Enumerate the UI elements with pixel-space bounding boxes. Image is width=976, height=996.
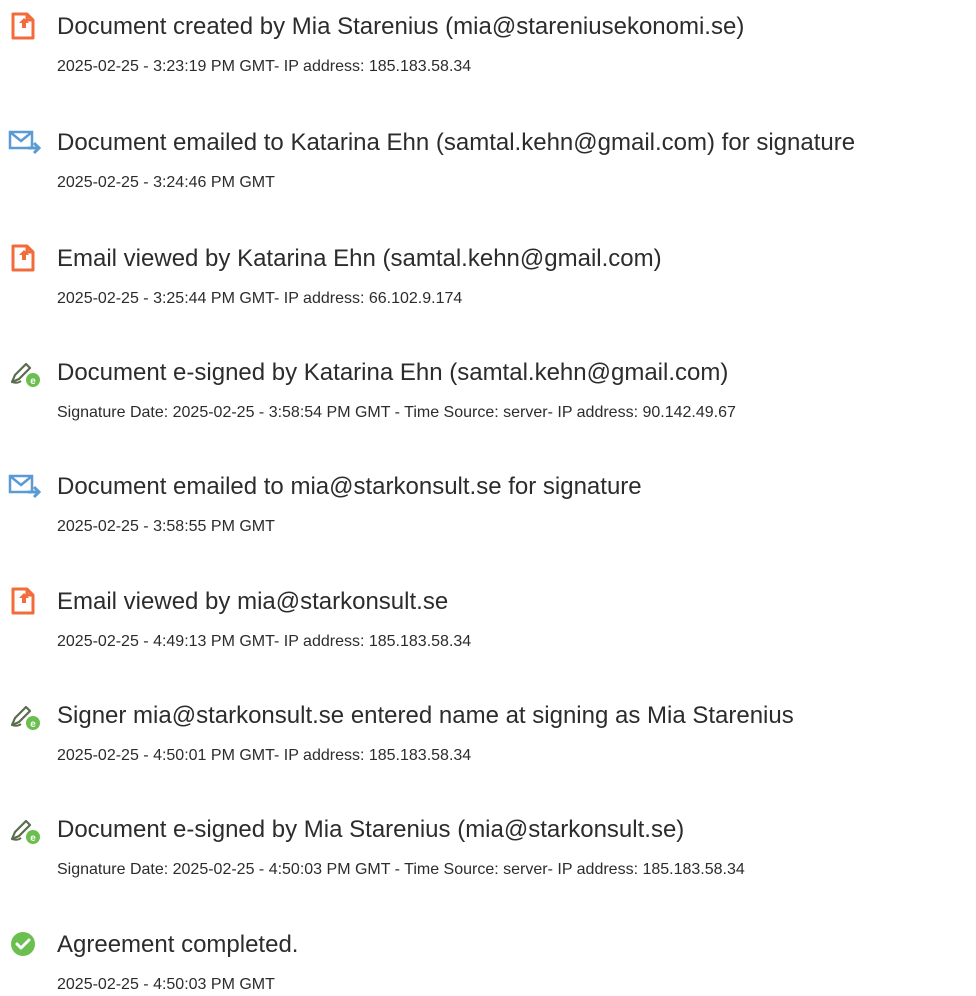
event-title: Email viewed by Katarina Ehn (samtal.keh… (57, 245, 662, 272)
email-sent-icon (8, 470, 42, 504)
event-title: Document e-signed by Katarina Ehn (samta… (57, 359, 729, 386)
event-title: Document emailed to Katarina Ehn (samtal… (57, 129, 856, 156)
event-title: Signer mia@starkonsult.se entered name a… (57, 702, 794, 729)
document-viewed-icon (8, 242, 42, 276)
event-detail: 2025-02-25 - 3:25:44 PM GMT- IP address:… (57, 290, 463, 307)
svg-text:e: e (30, 376, 36, 387)
esign-pen-icon: e (8, 356, 42, 390)
event-title: Document created by Mia Starenius (mia@s… (57, 13, 745, 40)
svg-text:e: e (30, 833, 36, 844)
email-sent-icon (8, 126, 42, 160)
svg-text:e: e (30, 719, 36, 730)
esign-pen-icon: e (8, 813, 42, 847)
event-title: Document e-signed by Mia Starenius (mia@… (57, 816, 685, 843)
event-title: Document emailed to mia@starkonsult.se f… (57, 473, 642, 500)
event-detail: 2025-02-25 - 3:24:46 PM GMT (57, 174, 275, 191)
event-detail: 2025-02-25 - 4:50:03 PM GMT (57, 976, 275, 993)
document-viewed-icon (8, 585, 42, 619)
event-detail: 2025-02-25 - 4:49:13 PM GMT- IP address:… (57, 633, 472, 650)
event-detail: 2025-02-25 - 4:50:01 PM GMT- IP address:… (57, 747, 472, 764)
event-title: Agreement completed. (57, 931, 299, 958)
event-detail: Signature Date: 2025-02-25 - 4:50:03 PM … (57, 861, 745, 878)
document-created-icon (8, 10, 42, 44)
checkmark-circle-icon (8, 928, 42, 962)
event-title: Email viewed by mia@starkonsult.se (57, 588, 449, 615)
event-detail: Signature Date: 2025-02-25 - 3:58:54 PM … (57, 404, 736, 421)
event-detail: 2025-02-25 - 3:58:55 PM GMT (57, 518, 275, 535)
esign-pen-icon: e (8, 699, 42, 733)
event-detail: 2025-02-25 - 3:23:19 PM GMT- IP address:… (57, 58, 472, 75)
